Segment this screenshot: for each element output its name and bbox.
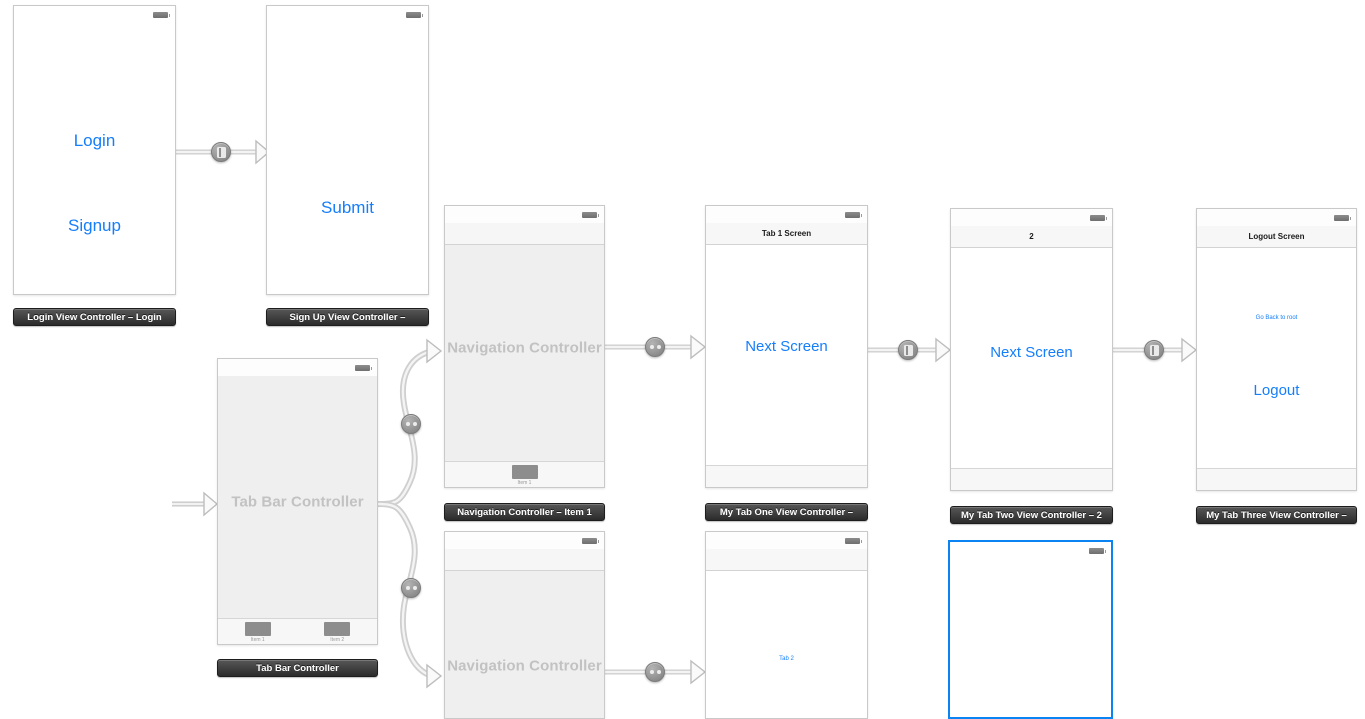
segue-glyph (649, 670, 661, 674)
status-bar (1197, 209, 1356, 226)
plaque-signup-view-controller[interactable]: Sign Up View Controller – (266, 308, 429, 326)
scene-body (445, 571, 604, 718)
navigation-bar-title: 2 (1029, 232, 1034, 241)
battery-icon (406, 12, 423, 18)
scene-my-tab-three-view-controller[interactable]: Logout Screen Go Back to root Logout (1196, 208, 1357, 491)
navigation-controller-placeholder-label: Navigation Controller (447, 657, 602, 675)
status-bar (951, 209, 1112, 226)
plaque-my-tab-one-view-controller[interactable]: My Tab One View Controller – (705, 503, 868, 521)
bottom-toolbar (706, 465, 867, 487)
battery-icon (153, 12, 170, 18)
tab-two-label[interactable]: Tab 2 (706, 656, 867, 662)
relationship-segue-icon-nav2-to-tab2screen[interactable] (645, 662, 665, 682)
storyboard-canvas[interactable]: Login Signup Login View Controller – Log… (0, 0, 1365, 719)
status-bar (218, 359, 377, 376)
tab-item-icon (324, 622, 351, 636)
tab-bar-controller-placeholder-label: Tab Bar Controller (231, 493, 364, 510)
plaque-navigation-controller-item1[interactable]: Navigation Controller – Item 1 (444, 503, 605, 521)
tab-bar-item-1[interactable]: Item 1 (218, 619, 298, 643)
plaque-tab-bar-controller[interactable]: Tab Bar Controller (217, 659, 378, 677)
scene-selected-empty[interactable] (948, 540, 1113, 719)
navigation-bar-title: Logout Screen (1248, 232, 1305, 241)
segue-glyph (405, 422, 417, 426)
segue-glyph (405, 586, 417, 590)
scene-my-tab-two-view-controller[interactable]: 2 Next Screen (950, 208, 1113, 491)
scene-tab-two-screen[interactable]: Tab 2 (705, 531, 868, 719)
scene-body (445, 245, 604, 487)
battery-icon (582, 538, 599, 544)
next-screen-button[interactable]: Next Screen (706, 338, 867, 355)
login-button[interactable]: Login (14, 131, 175, 151)
push-segue-icon-tabone-to-tabtwo[interactable] (898, 340, 918, 360)
plaque-login-view-controller[interactable]: Login View Controller – Login (13, 308, 176, 326)
tab-bar-item-2[interactable]: Item 2 (298, 619, 378, 643)
battery-icon (1334, 215, 1351, 221)
navigation-bar (706, 549, 867, 571)
plaque-my-tab-three-view-controller[interactable]: My Tab Three View Controller – (1196, 506, 1357, 524)
bottom-toolbar (951, 468, 1112, 490)
segue-glyph (649, 345, 661, 349)
scene-my-tab-one-view-controller[interactable]: Tab 1 Screen Next Screen (705, 205, 868, 488)
battery-icon (845, 212, 862, 218)
navigation-bar (445, 549, 604, 571)
logout-button[interactable]: Logout (1197, 382, 1356, 399)
navigation-bar (445, 223, 604, 245)
tab-bar[interactable]: Item 1 Item 2 (218, 618, 377, 644)
relationship-segue-icon-nav1-to-tabone[interactable] (645, 337, 665, 357)
navigation-bar-title: Tab 1 Screen (761, 229, 812, 238)
status-bar (706, 532, 867, 549)
go-back-to-root-button[interactable]: Go Back to root (1197, 315, 1356, 321)
relationship-segue-icon-tab-to-nav1[interactable] (401, 414, 421, 434)
segue-connections (172, 139, 1198, 689)
scene-navigation-controller-item1[interactable]: Navigation Controller Item 1 (444, 205, 605, 488)
next-screen-button[interactable]: Next Screen (951, 344, 1112, 361)
battery-icon (355, 365, 372, 371)
navigation-bar: 2 (951, 226, 1112, 248)
initial-view-controller-arrow (172, 491, 219, 517)
scene-navigation-controller-item2[interactable]: Navigation Controller (444, 531, 605, 719)
tab-item-label: Item 1 (250, 637, 265, 643)
relationship-segue-icon-tab-to-nav2[interactable] (401, 578, 421, 598)
segue-glyph (216, 146, 226, 158)
segue-glyph (1149, 344, 1159, 356)
tab-item-label: Item 2 (330, 637, 345, 643)
battery-icon (845, 538, 862, 544)
signup-button[interactable]: Signup (14, 216, 175, 236)
battery-icon (1089, 548, 1106, 554)
status-bar (706, 206, 867, 223)
battery-icon (582, 212, 599, 218)
modal-segue-icon[interactable] (211, 142, 231, 162)
status-bar (445, 206, 604, 223)
tab-item-icon (511, 465, 538, 479)
tab-bar-item-1[interactable]: Item 1 (445, 462, 604, 486)
navigation-bar: Logout Screen (1197, 226, 1356, 248)
tab-bar[interactable]: Item 1 (445, 461, 604, 487)
navigation-controller-placeholder-label: Navigation Controller (447, 339, 602, 357)
battery-icon (1090, 215, 1107, 221)
plaque-my-tab-two-view-controller[interactable]: My Tab Two View Controller – 2 (950, 506, 1113, 524)
tab-item-label: Item 1 (517, 480, 532, 486)
scene-signup-view-controller[interactable]: Submit (266, 5, 429, 295)
navigation-bar: Tab 1 Screen (706, 223, 867, 245)
status-bar (445, 532, 604, 549)
bottom-toolbar (1197, 468, 1356, 490)
scene-login-view-controller[interactable]: Login Signup (13, 5, 176, 295)
scene-tab-bar-controller[interactable]: Tab Bar Controller Item 1 Item 2 (217, 358, 378, 645)
tab-item-icon (244, 622, 271, 636)
segue-glyph (903, 344, 913, 356)
submit-button[interactable]: Submit (267, 198, 428, 218)
push-segue-icon-tabtwo-to-tabthree[interactable] (1144, 340, 1164, 360)
scene-body (218, 376, 377, 644)
